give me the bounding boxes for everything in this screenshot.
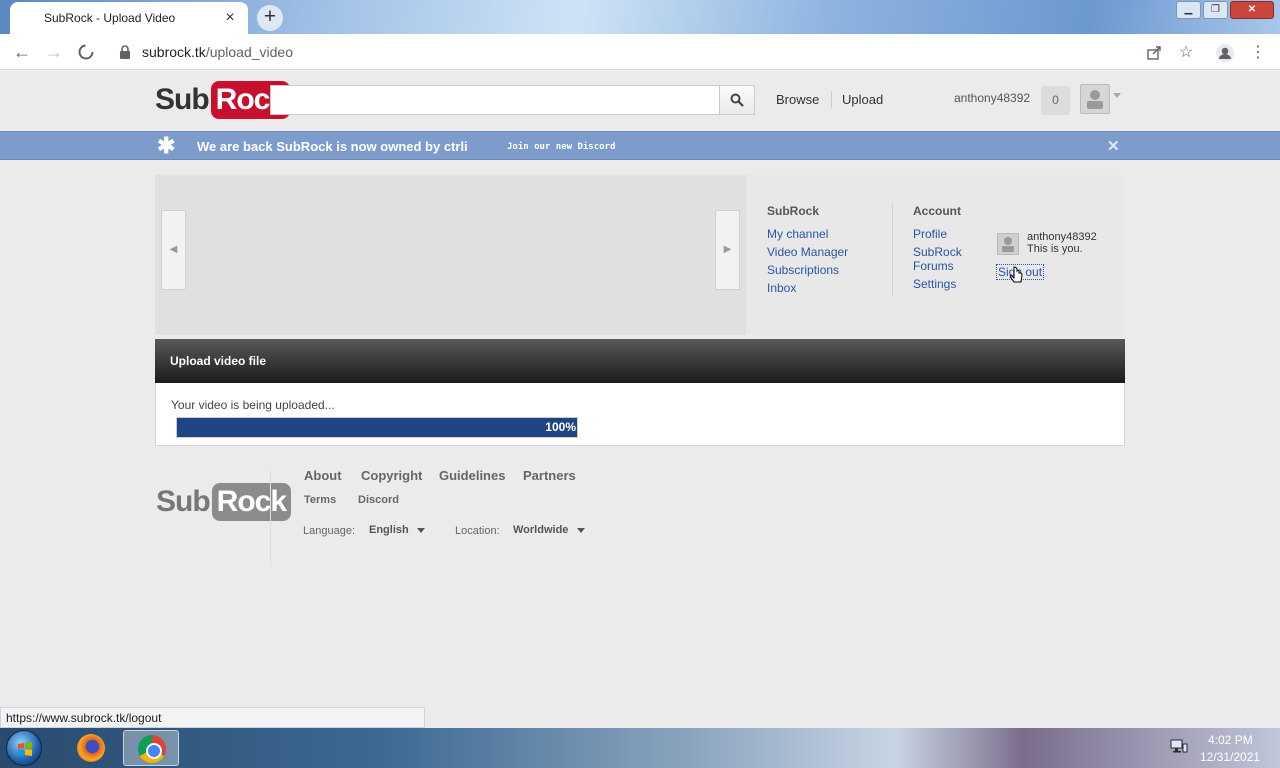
- progress-label: 100%: [545, 420, 576, 434]
- account-menu-heading: Account: [913, 204, 961, 218]
- browser-tabstrip: SubRock - Upload Video × + ▁ ❐ ✕: [0, 0, 1280, 34]
- link-status-bubble: https://www.subrock.tk/logout: [0, 707, 425, 728]
- windows-taskbar: [0, 728, 1280, 768]
- language-dropdown-icon[interactable]: [417, 528, 425, 533]
- search-button[interactable]: [719, 85, 755, 115]
- location-dropdown-icon[interactable]: [577, 528, 585, 533]
- profile-link[interactable]: Profile: [913, 227, 947, 241]
- video-manager-link[interactable]: Video Manager: [767, 245, 848, 259]
- stop-icon[interactable]: [74, 41, 98, 63]
- close-icon[interactable]: ✕: [1107, 137, 1120, 155]
- asterisk-icon: ✱: [157, 133, 176, 158]
- browse-link[interactable]: Browse: [776, 92, 819, 107]
- upload-status-text: Your video is being uploaded...: [171, 398, 335, 412]
- mini-avatar[interactable]: [997, 233, 1019, 255]
- firefox-icon: [77, 734, 105, 762]
- upload-progress-bar: 100%: [176, 417, 578, 438]
- partners-link[interactable]: Partners: [523, 468, 576, 483]
- about-link[interactable]: About: [304, 468, 342, 483]
- footer-logo-rock-text: Rock: [211, 483, 292, 521]
- subrock-menu-heading: SubRock: [767, 204, 820, 218]
- chrome-icon: [138, 735, 166, 763]
- network-icon[interactable]: [1170, 738, 1188, 754]
- discord-footer-link[interactable]: Discord: [358, 494, 399, 506]
- chrome-taskbar-button[interactable]: [123, 730, 179, 766]
- language-select[interactable]: English: [369, 524, 409, 536]
- avatar-dropdown-icon[interactable]: [1113, 93, 1121, 98]
- upload-body: Your video is being uploaded... 100%: [155, 383, 1125, 446]
- terms-link[interactable]: Terms: [304, 494, 336, 506]
- guide-menu: SubRock My channel Video Manager Subscri…: [746, 175, 1125, 335]
- clock-time[interactable]: 4:02 PM: [1208, 733, 1253, 747]
- forward-icon[interactable]: →: [42, 41, 66, 63]
- inbox-link[interactable]: Inbox: [767, 281, 796, 295]
- progress-fill: [177, 418, 577, 437]
- close-window-button[interactable]: ✕: [1230, 1, 1274, 19]
- mini-avatar-silhouette-icon: [1002, 237, 1014, 252]
- maximize-button[interactable]: ❐: [1203, 1, 1228, 19]
- chevron-left-icon[interactable]: ◀: [161, 210, 186, 290]
- user-avatar[interactable]: [1080, 84, 1110, 114]
- upload-heading: Upload video file: [155, 339, 1125, 383]
- address-bar[interactable]: subrock.tk/upload_video: [142, 44, 293, 60]
- forums-link-line2[interactable]: Forums: [913, 259, 954, 273]
- window-controls: ▁ ❐ ✕: [1176, 1, 1274, 19]
- browser-tab[interactable]: SubRock - Upload Video ×: [10, 2, 248, 34]
- forums-link-line1[interactable]: SubRock: [913, 245, 962, 259]
- back-icon[interactable]: ←: [10, 41, 34, 63]
- tab-title: SubRock - Upload Video: [44, 11, 176, 25]
- logo-sub-text: Sub: [155, 83, 210, 116]
- language-label: Language:: [303, 525, 355, 537]
- firefox-taskbar-button[interactable]: [61, 730, 117, 766]
- chevron-right-icon[interactable]: ▶: [715, 210, 740, 290]
- header-username[interactable]: anthony48392: [954, 91, 1030, 105]
- notification-count-badge[interactable]: 0: [1041, 86, 1070, 115]
- clock-date[interactable]: 12/31/2021: [1200, 750, 1260, 764]
- share-icon[interactable]: [1143, 42, 1165, 64]
- discord-link[interactable]: Join our new Discord: [507, 142, 615, 152]
- url-host: subrock.tk: [142, 44, 206, 60]
- windows-start-icon: [18, 742, 32, 756]
- new-tab-button[interactable]: +: [257, 5, 283, 31]
- subscriptions-link[interactable]: Subscriptions: [767, 263, 839, 277]
- footer-logo-sub-text: Sub: [156, 485, 211, 518]
- windows-start-button[interactable]: [6, 730, 42, 766]
- location-select[interactable]: Worldwide: [513, 524, 568, 536]
- announcement-text: We are back SubRock is now owned by ctrl…: [197, 139, 468, 154]
- this-is-you-label: This is you.: [1027, 243, 1083, 255]
- menu-divider: [892, 203, 893, 297]
- menu-icon[interactable]: ⋮: [1247, 42, 1269, 64]
- carousel: ◀ ▶: [155, 175, 746, 335]
- mouse-cursor-icon: [1010, 266, 1023, 283]
- announcement-bar: ✱ We are back SubRock is now owned by ct…: [0, 131, 1280, 160]
- bookmark-star-icon[interactable]: ☆: [1175, 42, 1197, 64]
- url-path: /upload_video: [205, 44, 293, 60]
- copyright-link[interactable]: Copyright: [361, 468, 422, 483]
- location-label: Location:: [455, 525, 500, 537]
- guide-username: anthony48392: [1027, 231, 1097, 243]
- my-channel-link[interactable]: My channel: [767, 227, 828, 241]
- guide-panel: ◀ ▶ SubRock My channel Video Manager Sub…: [155, 175, 1125, 335]
- profile-icon[interactable]: [1214, 42, 1236, 64]
- minimize-button[interactable]: ▁: [1176, 1, 1201, 19]
- search-icon: [730, 93, 744, 107]
- lock-icon[interactable]: [119, 45, 131, 59]
- upload-link[interactable]: Upload: [842, 92, 883, 107]
- settings-link[interactable]: Settings: [913, 277, 956, 291]
- tab-close-icon[interactable]: ×: [222, 10, 238, 26]
- nav-divider: [831, 91, 832, 108]
- footer-divider: [270, 470, 271, 565]
- avatar-silhouette-icon: [1087, 90, 1103, 109]
- search-input[interactable]: [270, 85, 720, 115]
- browser-toolbar: ← → subrock.tk/upload_video ☆ ⋮: [0, 34, 1280, 70]
- guidelines-link[interactable]: Guidelines: [439, 468, 505, 483]
